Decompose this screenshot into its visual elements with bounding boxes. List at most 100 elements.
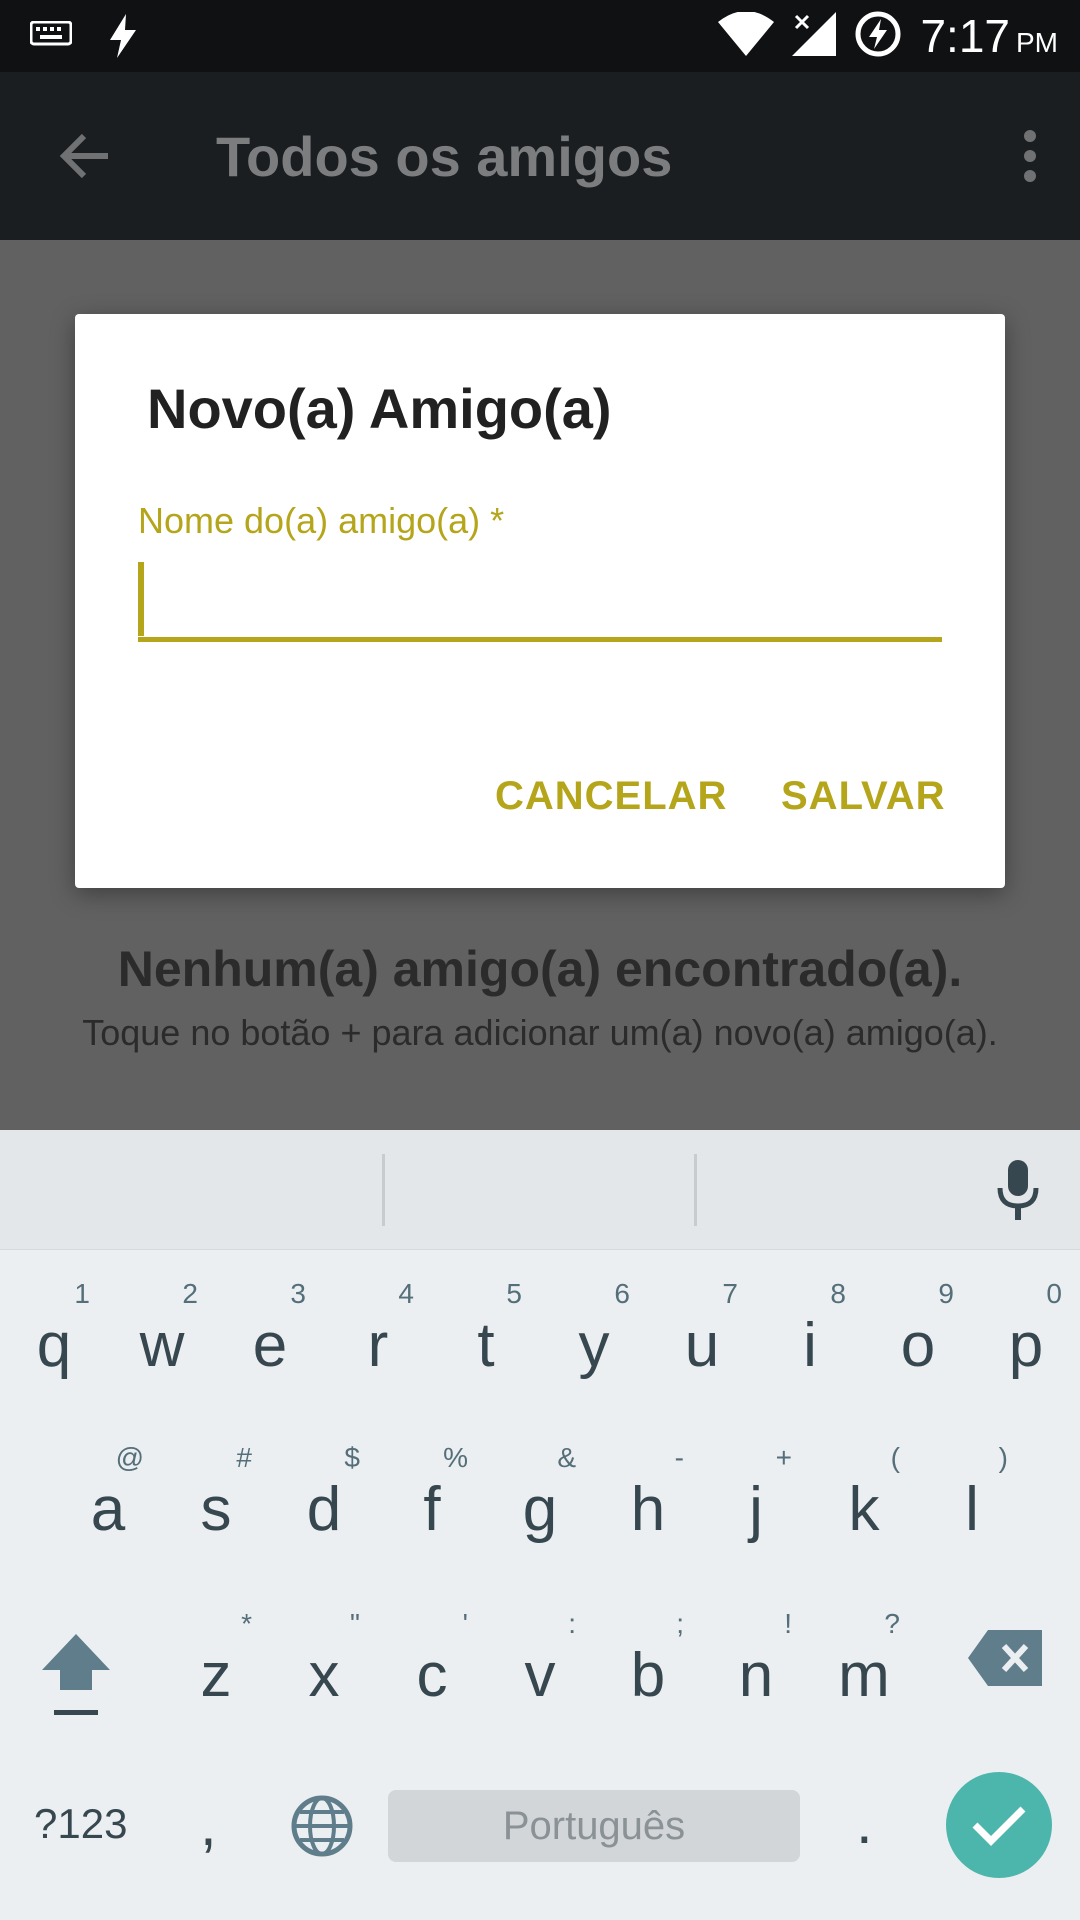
save-button[interactable]: SALVAR <box>781 774 946 819</box>
key-hint: ' <box>462 1608 468 1639</box>
friend-name-input[interactable] <box>138 558 942 642</box>
suggestion-divider <box>382 1154 385 1226</box>
key-x[interactable]: " x <box>270 1590 378 1730</box>
status-bar: 7:17 PM <box>0 0 1080 72</box>
key-d[interactable]: $ d <box>270 1424 378 1564</box>
battery-charging-icon <box>854 10 902 63</box>
suggestion-strip <box>0 1130 1080 1250</box>
key-label: p <box>1008 1311 1044 1380</box>
key-label: l <box>965 1475 979 1544</box>
key-f[interactable]: % f <box>378 1424 486 1564</box>
key-label: z <box>200 1641 232 1710</box>
key-hint: ! <box>784 1608 792 1639</box>
key-hint: 1 <box>74 1278 90 1309</box>
key-hint: - <box>674 1442 684 1473</box>
keyboard-icon <box>29 20 73 56</box>
back-arrow-icon[interactable] <box>56 128 112 189</box>
key-label: b <box>630 1641 666 1710</box>
backspace-icon[interactable] <box>968 1630 1042 1691</box>
wifi-icon <box>718 10 775 61</box>
key-label: y <box>578 1311 610 1380</box>
key-label: x <box>308 1641 340 1710</box>
key-w[interactable]: 2w <box>108 1260 216 1400</box>
key-t[interactable]: 5t <box>432 1260 540 1400</box>
key-s[interactable]: # s <box>162 1424 270 1564</box>
key-label: r <box>367 1311 389 1380</box>
key-hint: 9 <box>938 1278 954 1309</box>
key-v[interactable]: :v <box>486 1590 594 1730</box>
key-label: g <box>522 1475 558 1544</box>
key-label: d <box>306 1475 342 1544</box>
key-label: w <box>139 1311 185 1380</box>
key-hint: + <box>775 1442 792 1473</box>
key-label: u <box>684 1311 720 1380</box>
clock-time: 7:17 <box>920 10 1010 62</box>
key-hint: @ <box>115 1442 144 1473</box>
key-j[interactable]: + j <box>702 1424 810 1564</box>
key-i[interactable]: 8i <box>756 1260 864 1400</box>
done-key[interactable] <box>946 1772 1052 1878</box>
key-label: a <box>90 1475 126 1544</box>
key-label: e <box>252 1311 288 1380</box>
key-hint: ; <box>676 1608 684 1639</box>
suggestion-divider <box>694 1154 697 1226</box>
key-hint: $ <box>344 1442 360 1473</box>
soft-keyboard: 1q2w3e4r5t6y7u8i9o0p @ a # s $ d% f & g - h + j(k) l … <box>0 1130 1080 1920</box>
key-hint: ) <box>998 1442 1008 1473</box>
key-z[interactable]: * z <box>162 1590 270 1730</box>
symbols-key[interactable]: ?123 <box>34 1800 127 1848</box>
key-b[interactable]: ; b <box>594 1590 702 1730</box>
key-hint: 7 <box>722 1278 738 1309</box>
key-h[interactable]: -h <box>594 1424 702 1564</box>
key-q[interactable]: 1q <box>0 1260 108 1400</box>
key-p[interactable]: 0p <box>972 1260 1080 1400</box>
key-n[interactable]: ! n <box>702 1590 810 1730</box>
key-label: m <box>838 1641 890 1710</box>
key-hint: * <box>241 1608 252 1639</box>
key-hint: : <box>568 1608 576 1639</box>
key-e[interactable]: 3e <box>216 1260 324 1400</box>
key-label: j <box>749 1475 763 1544</box>
key-hint: % <box>443 1442 468 1473</box>
signal-off-icon <box>792 11 837 61</box>
more-vert-icon[interactable] <box>1020 128 1040 189</box>
key-u[interactable]: 7u <box>648 1260 756 1400</box>
key-label: q <box>36 1311 72 1380</box>
globe-icon[interactable] <box>290 1794 354 1863</box>
new-friend-dialog: Novo(a) Amigo(a) Nome do(a) amigo(a) * C… <box>75 314 1005 888</box>
key-hint: 3 <box>290 1278 306 1309</box>
key-label: i <box>803 1311 817 1380</box>
key-g[interactable]: & g <box>486 1424 594 1564</box>
app-bar: Todos os amigos <box>0 72 1080 240</box>
status-left <box>29 14 140 63</box>
key-c[interactable]: ' c <box>378 1590 486 1730</box>
status-right: 7:17 PM <box>718 0 1058 72</box>
cancel-button[interactable]: CANCELAR <box>495 774 727 819</box>
dialog-title: Novo(a) Amigo(a) <box>147 377 612 440</box>
key-k[interactable]: (k <box>810 1424 918 1564</box>
text-cursor <box>138 562 144 636</box>
space-bar[interactable]: Português <box>388 1790 800 1862</box>
key-m[interactable]: ? m <box>810 1590 918 1730</box>
key-r[interactable]: 4r <box>324 1260 432 1400</box>
key-hint: 2 <box>182 1278 198 1309</box>
key-l[interactable]: ) l <box>918 1424 1026 1564</box>
comma-key[interactable]: , <box>200 1790 217 1859</box>
key-hint: ? <box>884 1608 900 1639</box>
empty-state-subtitle: Toque no botão + para adicionar um(a) no… <box>82 1012 998 1053</box>
check-icon <box>972 1806 1026 1846</box>
flash-icon <box>106 14 140 63</box>
key-label: h <box>630 1475 666 1544</box>
key-o[interactable]: 9o <box>864 1260 972 1400</box>
shift-icon[interactable] <box>38 1630 114 1723</box>
app-bar-title: Todos os amigos <box>216 125 673 188</box>
period-key[interactable]: . <box>856 1788 873 1857</box>
key-a[interactable]: @ a <box>54 1424 162 1564</box>
empty-state-title: Nenhum(a) amigo(a) encontrado(a). <box>117 941 963 997</box>
key-hint: # <box>236 1442 252 1473</box>
key-hint: & <box>557 1442 576 1473</box>
key-y[interactable]: 6y <box>540 1260 648 1400</box>
microphone-icon[interactable] <box>996 1160 1040 1227</box>
key-hint: 5 <box>506 1278 522 1309</box>
key-hint: " <box>350 1608 360 1639</box>
